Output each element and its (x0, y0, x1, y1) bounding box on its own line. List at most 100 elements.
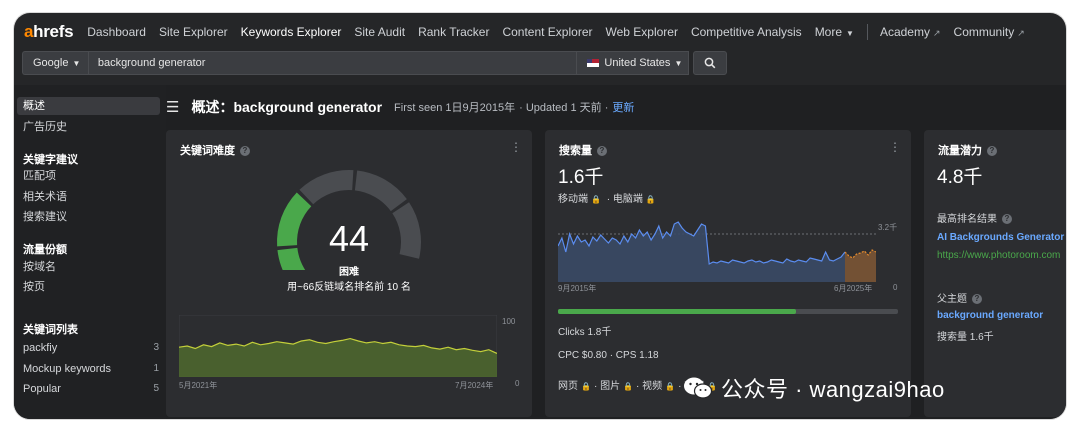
nav-rank-tracker[interactable]: Rank Tracker (418, 25, 489, 39)
parent-topic[interactable]: background generator (937, 310, 1043, 321)
volume-title: 搜索量? (559, 142, 607, 158)
volume-axis-start: 9月2015年 (558, 284, 597, 293)
sidebar-item-overview[interactable]: 概述 (17, 97, 160, 115)
search-icon (704, 57, 716, 69)
nav-site-explorer[interactable]: Site Explorer (159, 25, 228, 39)
page-header: ☰ 概述：background generator First seen 1日9… (166, 97, 634, 117)
nav-more[interactable]: More ▼ (815, 25, 854, 39)
parent-topic-label-text: 父主题 (937, 294, 967, 305)
nav-keywords-explorer[interactable]: Keywords Explorer (241, 25, 342, 39)
volume-axis-end: 6月2025年 (834, 284, 873, 293)
sidebar-item-matching-terms[interactable]: 匹配项 (23, 167, 56, 185)
sidebar-item-by-page[interactable]: 按页 (23, 278, 45, 296)
sidebar-section-keyword-ideas: 关键字建议 (23, 154, 78, 166)
help-icon[interactable]: ? (987, 146, 997, 156)
gauge-segment (354, 170, 407, 212)
clicks-value: Clicks 1.8千 (558, 327, 612, 338)
nav-community-label: Community (953, 25, 1015, 39)
external-link-icon: ↗ (1017, 28, 1025, 38)
updated-text: · Updated 1 天前 · (519, 102, 609, 114)
nav-competitive-analysis[interactable]: Competitive Analysis (691, 25, 802, 39)
nav-academy[interactable]: Academy ↗ (880, 25, 941, 39)
help-icon[interactable]: ? (240, 146, 250, 156)
volume-chart (558, 221, 876, 282)
cpc-cps-value: CPC $0.80 · CPS 1.18 (558, 350, 659, 361)
sidebar-item-related-terms[interactable]: 相关术语 (23, 188, 67, 206)
kd-axis-start: 5月2021年 (179, 381, 218, 390)
volume-axis-min: 0 (893, 283, 898, 292)
kd-value: 44 (328, 218, 370, 259)
sidebar-item-list[interactable]: Popular 5 (23, 380, 159, 398)
lock-icon: 🔒 (645, 195, 656, 204)
help-icon[interactable]: ? (972, 294, 982, 304)
kd-note: 用~66反链域名排名前 10 名 (287, 282, 411, 293)
search-bar: Google▼ United States▼ (22, 51, 727, 75)
lock-icon: 🔒 (665, 382, 676, 391)
list-count: 3 (153, 342, 159, 353)
kd-axis-end: 7月2024年 (455, 381, 494, 390)
clicks-bar (558, 309, 898, 314)
top-result-label: 最高排名结果? (937, 210, 1012, 225)
lock-icon: 🔒 (581, 382, 591, 391)
search-button[interactable] (693, 51, 727, 75)
traffic-title: 流量潜力? (938, 142, 997, 158)
help-icon[interactable]: ? (1002, 214, 1012, 224)
nav-community[interactable]: Community ↗ (954, 25, 1025, 39)
clicks-bar-fill (558, 309, 796, 314)
nav-web-explorer[interactable]: Web Explorer (605, 25, 677, 39)
list-name: packfiy (23, 342, 58, 354)
kd-axis-max: 100 (502, 317, 516, 326)
serp-images: 图片 (600, 381, 621, 392)
kd-axis-min: 0 (515, 379, 520, 388)
refresh-link[interactable]: 更新 (612, 99, 634, 115)
lock-icon: 🔒 (623, 382, 634, 391)
more-options-icon[interactable]: ⋮ (510, 140, 522, 154)
kd-history-area (179, 338, 497, 377)
more-options-icon[interactable]: ⋮ (889, 140, 901, 154)
sidebar-item-list[interactable]: Mockup keywords 1 (23, 360, 159, 378)
sidebar-item-ads-history[interactable]: 广告历史 (23, 118, 67, 136)
mobile-label: 移动端 (558, 194, 588, 205)
nav-dashboard[interactable]: Dashboard (87, 25, 146, 39)
serp-web: 网页 (558, 381, 578, 392)
top-nav: ahrefs Dashboard Site Explorer Keywords … (14, 13, 1066, 51)
parent-topic-link[interactable]: background generator (937, 310, 1043, 321)
traffic-title-text: 流量潜力 (938, 145, 982, 157)
search-engine-select[interactable]: Google ▼ (22, 51, 88, 75)
list-count: 5 (153, 383, 159, 394)
volume-area (558, 222, 876, 282)
gauge-segment (392, 202, 421, 259)
top-result-url[interactable]: https://www.photoroom.com (937, 250, 1060, 261)
sidebar-section-traffic-share: 流量份额 (23, 244, 67, 256)
lock-icon: 🔒 (591, 195, 601, 204)
ahrefs-logo[interactable]: ahrefs (24, 22, 74, 42)
top-result-link[interactable]: AI Backgrounds Generator (937, 232, 1064, 243)
keyword-search-input[interactable] (87, 51, 578, 75)
keyword-difficulty-card: 关键词难度? ⋮ 44 困难 用~66反链域名排名前 10 名 100 0 5月… (166, 130, 532, 417)
sidebar-item-list[interactable]: packfiy 3 (23, 339, 159, 357)
kd-history-chart (179, 315, 497, 377)
nav-site-audit[interactable]: Site Audit (354, 25, 405, 39)
desktop-label: 电脑端 (612, 194, 643, 205)
volume-axis-max: 3.2千 (878, 223, 898, 232)
nav-content-explorer[interactable]: Content Explorer (502, 25, 592, 39)
app-window: ahrefs Dashboard Site Explorer Keywords … (14, 13, 1066, 419)
menu-icon[interactable]: ☰ (166, 98, 179, 116)
forecast-area (845, 250, 876, 282)
sidebar-item-search-suggestions[interactable]: 搜索建议 (23, 208, 67, 226)
device-split: 移动端 🔒 · 电脑端 🔒 (558, 194, 656, 205)
top-result-title[interactable]: AI Backgrounds Generator (937, 232, 1064, 243)
list-name: Mockup keywords (23, 363, 112, 375)
list-name: Popular (23, 383, 61, 395)
nav-more-label: More (814, 25, 843, 39)
chevron-down-icon: ▼ (846, 29, 854, 38)
external-link-icon: ↗ (932, 28, 941, 38)
volume-value: 1.6千 (558, 167, 604, 188)
help-icon[interactable]: ? (597, 146, 607, 156)
list-count: 1 (153, 363, 159, 374)
main-content: 概述 广告历史 关键字建议 匹配项 相关术语 搜索建议 流量份额 按域名 按页 … (14, 85, 1066, 419)
sidebar-item-by-domain[interactable]: 按域名 (23, 258, 56, 276)
gauge-segment (299, 170, 354, 205)
country-select[interactable]: United States ▼ (577, 51, 690, 75)
gauge-segment (277, 247, 306, 270)
